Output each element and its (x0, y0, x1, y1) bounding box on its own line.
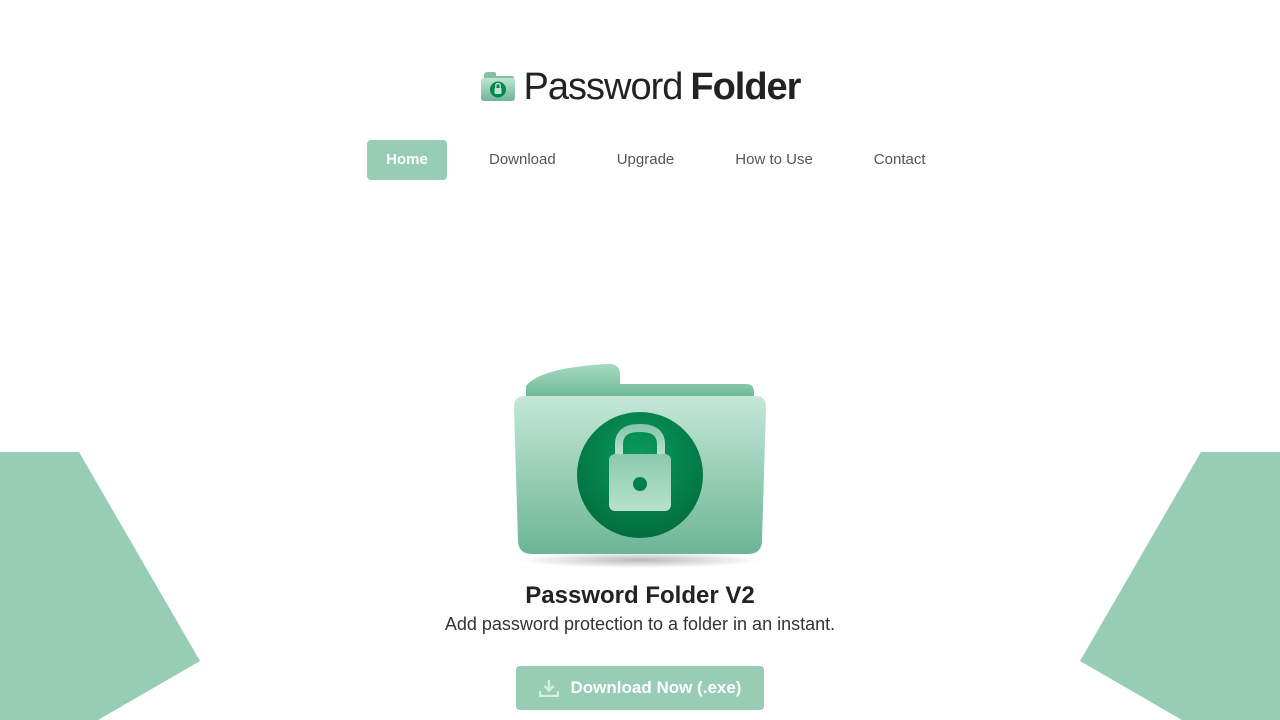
product-title: Password Folder V2 (525, 582, 755, 609)
nav-item-contact[interactable]: Contact (874, 140, 926, 180)
main-nav: Home Download Upgrade How to Use Contact (367, 140, 926, 180)
site-header: Password Folder (0, 62, 1280, 112)
nav-item-how-to-use[interactable]: How to Use (735, 140, 813, 180)
logo-text-light: Password (523, 66, 684, 108)
locked-folder-icon (480, 72, 515, 101)
site-logo[interactable]: Password Folder (523, 66, 802, 108)
download-icon (538, 680, 559, 697)
nav-item-home[interactable]: Home (367, 140, 447, 180)
logo-text-bold: Folder (690, 66, 801, 108)
product-tagline: Add password protection to a folder in a… (444, 614, 836, 634)
locked-folder-icon (514, 363, 766, 568)
download-now-button[interactable]: Download Now (.exe) (516, 666, 764, 710)
nav-item-download[interactable]: Download (489, 140, 556, 180)
nav-item-upgrade[interactable]: Upgrade (617, 140, 675, 180)
download-now-label: Download Now (.exe) (570, 678, 742, 697)
